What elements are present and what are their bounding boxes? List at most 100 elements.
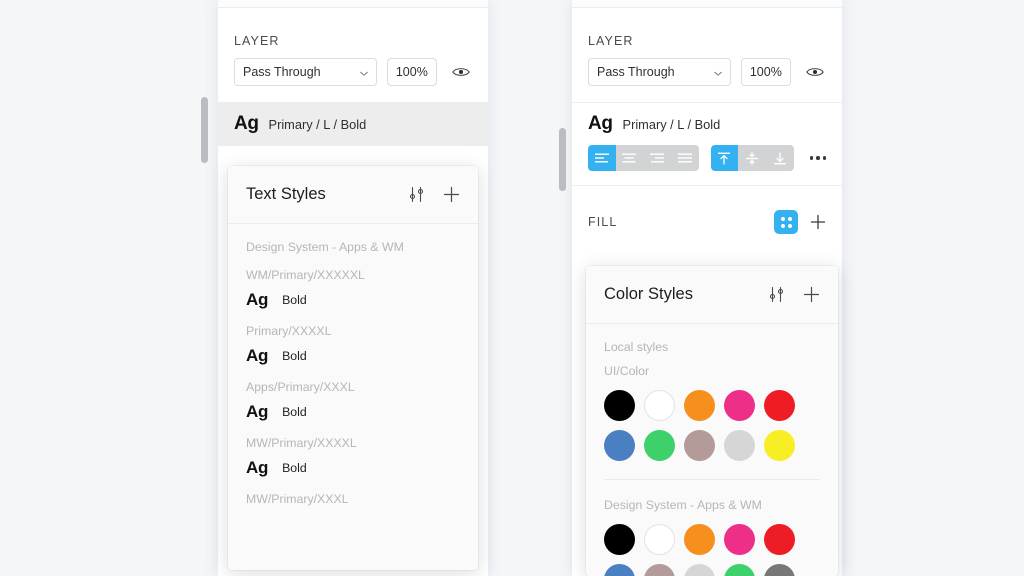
right-blend-row: Pass Through 100% [588,58,826,102]
blend-mode-select-right[interactable]: Pass Through [588,58,731,86]
align-top-button[interactable] [710,145,739,171]
text-layer-row[interactable]: Ag Primary / L / Bold [218,103,488,145]
blend-mode-value-right: Pass Through [597,65,675,79]
style-name-0: WM/Primary/XXXXXL [246,268,365,282]
color-swatch[interactable] [764,564,795,576]
color-swatch[interactable] [644,430,675,461]
right-layer-title: LAYER [588,34,634,48]
color-swatch[interactable] [764,390,795,421]
style-weight-2: Bold [282,405,307,419]
list-item[interactable]: Ag Bold [246,450,460,478]
color-swatch[interactable] [604,524,635,555]
list-item[interactable]: Ag Bold [246,338,460,366]
opacity-value-right: 100% [749,65,782,79]
color-swatch[interactable] [724,430,755,461]
vertical-align-group [710,145,794,171]
color-swatch[interactable] [684,524,715,555]
color-swatch-grid-1 [604,512,820,576]
horizontal-align-group [588,145,699,171]
color-styles-popover: Color Styles Local styles UI/Color Desig… [586,266,838,576]
plus-icon[interactable] [810,214,826,230]
color-swatch[interactable] [604,430,635,461]
color-swatch[interactable] [764,524,795,555]
screen-root: LAYER Pass Through 100% Ag Primary / L /… [0,0,1024,576]
opacity-value: 100% [395,65,428,79]
color-styles-grid-icon[interactable] [774,210,798,234]
left-layer-title: LAYER [234,34,280,48]
right-panel-scrollbar-thumb[interactable] [559,128,566,191]
list-item[interactable]: Ag Bold [246,394,460,422]
align-left-button[interactable] [588,145,616,171]
color-swatch[interactable] [764,430,795,461]
color-styles-body: Local styles UI/Color Design System - Ap… [586,324,838,576]
color-swatch[interactable] [724,564,755,576]
list-item[interactable]: Ag Bold [246,282,460,310]
color-section-label-0: Local styles [604,340,669,354]
left-blend-row: Pass Through 100% [234,58,472,102]
align-right-button[interactable] [643,145,671,171]
right-fill-section: FILL [572,186,842,248]
color-swatch[interactable] [604,390,635,421]
color-swatch[interactable] [684,430,715,461]
color-section-sublabel-0: UI/Color [604,364,650,378]
align-center-button[interactable] [615,145,644,171]
right-text-section: Ag Primary / L / Bold [572,103,842,186]
style-name-1: Primary/XXXXL [246,324,332,338]
plus-icon[interactable] [803,286,820,303]
style-name-4: MW/Primary/XXXL [246,492,349,506]
text-styles-group-label: Design System - Apps & WM [246,240,404,254]
align-middle-button[interactable] [738,145,766,171]
chevron-down-icon [359,68,368,77]
color-swatch[interactable] [724,390,755,421]
left-panel-scrollbar-thumb[interactable] [201,97,208,163]
text-layer-row-right[interactable]: Ag Primary / L / Bold [588,103,826,145]
text-sample: Ag [588,113,613,134]
align-bottom-button[interactable] [765,145,794,171]
chevron-down-icon [713,68,722,77]
color-swatch[interactable] [684,564,715,576]
text-styles-body: Design System - Apps & WM WM/Primary/XXX… [228,224,478,506]
left-layer-section: LAYER Pass Through 100% [218,8,488,103]
style-name-2: Apps/Primary/XXXL [246,380,355,394]
text-style-name: Primary / L / Bold [268,116,367,132]
blend-mode-select[interactable]: Pass Through [234,58,377,86]
text-styles-header: Text Styles [228,166,478,224]
style-sample-2: Ag [246,402,269,421]
style-weight-1: Bold [282,349,307,363]
blend-mode-value: Pass Through [243,65,321,79]
fill-title: FILL [588,215,618,229]
text-style-name: Primary / L / Bold [622,116,721,132]
text-styles-title: Text Styles [246,185,326,203]
color-styles-title: Color Styles [604,285,693,303]
align-justify-button[interactable] [670,145,699,171]
color-swatch[interactable] [684,390,715,421]
style-weight-0: Bold [282,293,307,307]
color-swatch-grid-0 [604,378,820,461]
style-sample-1: Ag [246,346,269,365]
color-swatch[interactable] [604,564,635,576]
left-text-section: Ag Primary / L / Bold [218,103,488,146]
color-swatch[interactable] [644,564,675,576]
style-sample-3: Ag [246,458,269,477]
plus-icon[interactable] [443,186,460,203]
eye-icon[interactable] [451,61,472,83]
color-section-label-1: Design System - Apps & WM [604,498,762,512]
opacity-input-right[interactable]: 100% [740,58,791,86]
panel-top-strip-left [218,0,488,8]
style-sample-0: Ag [246,290,269,309]
color-styles-header: Color Styles [586,266,838,324]
opacity-input[interactable]: 100% [386,58,437,86]
sliders-icon[interactable] [408,186,425,203]
color-swatch[interactable] [644,390,675,421]
color-swatch[interactable] [644,524,675,555]
text-styles-popover: Text Styles Design System - Apps & WM WM… [228,166,478,570]
color-swatch[interactable] [724,524,755,555]
text-sample: Ag [234,113,259,134]
right-layer-section: LAYER Pass Through 100% [572,8,842,103]
style-name-3: MW/Primary/XXXXL [246,436,357,450]
fill-header-row: FILL [588,186,826,248]
sliders-icon[interactable] [768,286,785,303]
style-weight-3: Bold [282,461,307,475]
eye-icon[interactable] [805,61,826,83]
ellipsis-icon[interactable] [809,156,826,160]
